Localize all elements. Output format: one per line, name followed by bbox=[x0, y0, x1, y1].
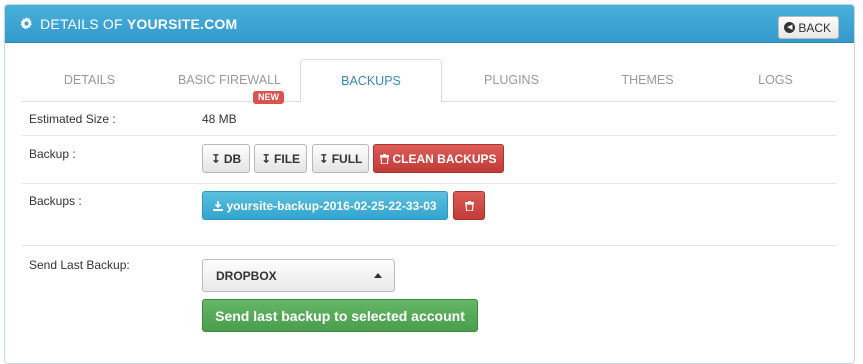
delete-backup-button[interactable] bbox=[453, 191, 485, 220]
tab-basic-firewall-label: BASIC FIREWALL bbox=[177, 73, 282, 87]
back-arrow-icon: ◀ bbox=[784, 22, 796, 33]
trash-icon bbox=[380, 153, 390, 164]
backup-file-label: FILE bbox=[274, 151, 301, 166]
tab-details-label: DETAILS bbox=[63, 73, 116, 87]
send-last-backup-label: Send Last Backup: bbox=[29, 258, 130, 272]
backup-db-button[interactable]: ↧ DB bbox=[202, 144, 250, 173]
tab-logs[interactable]: LOGS bbox=[715, 59, 836, 102]
backup-file-name: yoursite-backup-2016-02-25-22-33-03 bbox=[226, 198, 437, 213]
title-site-name: YOURSITE.COM bbox=[126, 16, 238, 32]
title-prefix: DETAILS OF bbox=[40, 16, 123, 32]
tab-themes[interactable]: THEMES bbox=[580, 59, 715, 102]
tab-plugins[interactable]: PLUGINS bbox=[444, 59, 579, 102]
clean-backups-button[interactable]: CLEAN BACKUPS bbox=[373, 144, 504, 173]
caret-up-icon bbox=[374, 273, 382, 278]
back-button[interactable]: ◀ BACK bbox=[778, 16, 839, 39]
sort-icon: ↧ bbox=[210, 151, 221, 166]
tab-plugins-label: PLUGINS bbox=[484, 73, 539, 87]
backup-full-button[interactable]: ↧ FULL bbox=[312, 144, 369, 173]
backup-file-button[interactable]: ↧ FILE bbox=[254, 144, 307, 173]
estimated-size-row: Estimated Size : 48 MB bbox=[22, 102, 836, 135]
tab-details[interactable]: DETAILS bbox=[22, 59, 157, 102]
send-last-backup-button-label: Send last backup to selected account bbox=[215, 307, 465, 324]
tab-backups[interactable]: BACKUPS bbox=[300, 59, 442, 103]
send-last-backup-button[interactable]: Send last backup to selected account bbox=[202, 299, 478, 332]
gear-icon bbox=[20, 17, 33, 30]
tab-backups-label: BACKUPS bbox=[341, 74, 401, 88]
download-icon bbox=[213, 200, 224, 211]
tab-bar: DETAILS BASIC FIREWALL BACKUPS PLUGINS T… bbox=[22, 59, 836, 103]
download-backup-button[interactable]: yoursite-backup-2016-02-25-22-33-03 bbox=[202, 191, 448, 220]
estimated-size-label: Estimated Size : bbox=[29, 112, 116, 126]
tab-themes-label: THEMES bbox=[621, 73, 674, 87]
tab-logs-label: LOGS bbox=[758, 73, 793, 87]
site-details-panel: DETAILS OF YOURSITE.COM ◀ BACK DETAILS B… bbox=[4, 4, 855, 364]
clean-backups-label: CLEAN BACKUPS bbox=[392, 151, 497, 166]
sort-icon: ↧ bbox=[260, 151, 272, 166]
backup-full-label: FULL bbox=[331, 151, 363, 166]
backups-label: Backups : bbox=[29, 194, 82, 208]
page-title: DETAILS OF YOURSITE.COM bbox=[20, 16, 237, 32]
backup-label: Backup : bbox=[29, 147, 76, 161]
sort-icon: ↧ bbox=[318, 151, 329, 166]
estimated-size-value: 48 MB bbox=[202, 112, 237, 126]
trash-icon bbox=[464, 200, 474, 211]
backup-db-label: DB bbox=[223, 151, 242, 166]
panel-header: DETAILS OF YOURSITE.COM ◀ BACK bbox=[5, 5, 854, 43]
account-select[interactable]: DROPBOX bbox=[202, 259, 395, 292]
back-button-label: BACK bbox=[798, 20, 831, 35]
account-select-value: DROPBOX bbox=[216, 269, 277, 283]
